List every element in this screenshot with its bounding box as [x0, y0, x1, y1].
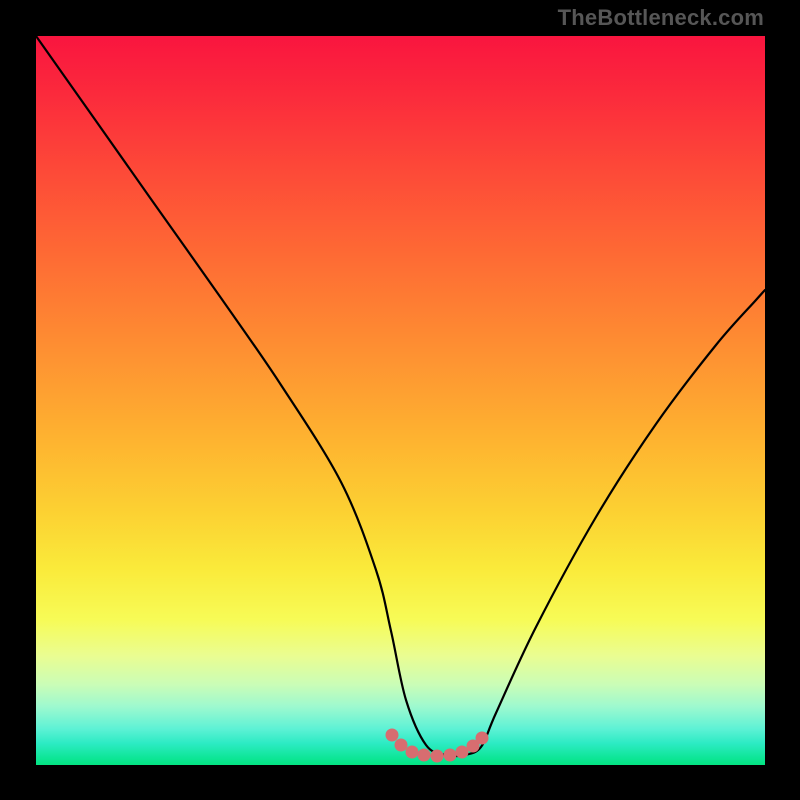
optimal-dot	[386, 729, 399, 742]
optimal-dot	[431, 750, 444, 763]
optimal-dot	[418, 749, 431, 762]
bottleneck-curve	[36, 36, 765, 756]
optimal-dot	[444, 749, 457, 762]
optimal-zone-dots	[386, 729, 489, 763]
optimal-dot	[476, 732, 489, 745]
watermark-text: TheBottleneck.com	[558, 5, 764, 31]
chart-frame: TheBottleneck.com	[0, 0, 800, 800]
bottleneck-curve-svg	[36, 36, 765, 765]
optimal-dot	[406, 746, 419, 759]
optimal-dot	[456, 746, 469, 759]
plot-area	[36, 36, 765, 765]
optimal-dot	[395, 739, 408, 752]
